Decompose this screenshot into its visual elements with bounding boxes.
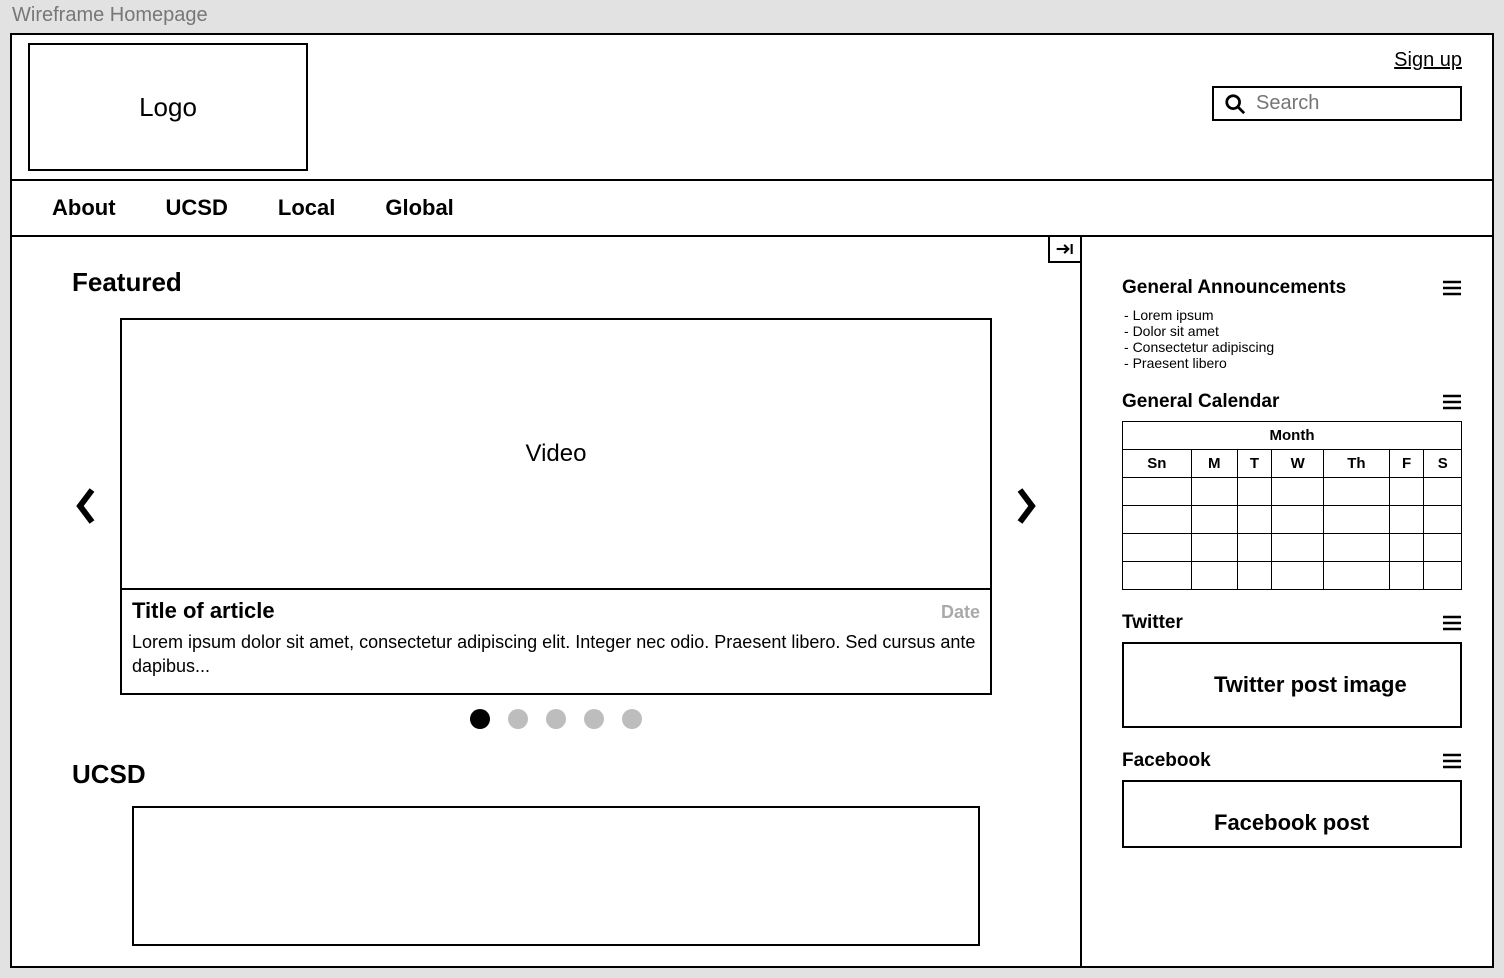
facebook-menu-button[interactable] xyxy=(1442,753,1462,769)
hamburger-icon xyxy=(1442,615,1462,631)
nav-about[interactable]: About xyxy=(52,195,116,221)
featured-article-date: Date xyxy=(941,602,980,623)
nav-bar: About UCSD Local Global xyxy=(12,181,1492,237)
announcement-item[interactable]: Lorem ipsum xyxy=(1124,307,1462,323)
calendar-row xyxy=(1123,534,1462,562)
search-box[interactable] xyxy=(1212,86,1462,121)
carousel-dot[interactable] xyxy=(622,709,642,729)
carousel-dot[interactable] xyxy=(546,709,566,729)
app-frame: Logo Sign up About UCSD Local Global Fea… xyxy=(10,33,1494,968)
calendar-row xyxy=(1123,562,1462,590)
twitter-post-label: Twitter post image xyxy=(1214,672,1450,698)
nav-global[interactable]: Global xyxy=(385,195,453,221)
announcement-item[interactable]: Praesent libero xyxy=(1124,355,1462,371)
announcements-list: Lorem ipsumDolor sit ametConsectetur adi… xyxy=(1124,307,1462,371)
calendar-table[interactable]: Month SnMTWThFS xyxy=(1122,421,1462,590)
calendar-row xyxy=(1123,478,1462,506)
body-columns: Featured Video Title of article Date xyxy=(12,237,1492,966)
calendar-title: General Calendar xyxy=(1122,391,1279,413)
calendar-month-header: Month xyxy=(1123,422,1462,450)
main-column: Featured Video Title of article Date xyxy=(12,237,1082,966)
carousel-dot[interactable] xyxy=(584,709,604,729)
announcement-item[interactable]: Dolor sit amet xyxy=(1124,323,1462,339)
logo[interactable]: Logo xyxy=(28,43,308,171)
carousel-dot[interactable] xyxy=(470,709,490,729)
collapse-sidebar-button[interactable] xyxy=(1048,235,1082,263)
calendar-day-header: Th xyxy=(1323,450,1389,478)
arrow-right-bar-icon xyxy=(1055,241,1075,257)
calendar-day-header: T xyxy=(1237,450,1272,478)
calendar-day-header: M xyxy=(1191,450,1237,478)
header-right: Sign up xyxy=(1212,43,1462,171)
video-label: Video xyxy=(526,440,587,468)
announcements-menu-button[interactable] xyxy=(1442,280,1462,296)
featured-heading: Featured xyxy=(72,267,1040,298)
logo-text: Logo xyxy=(139,92,197,123)
announcements-title: General Announcements xyxy=(1122,277,1346,299)
sidebar: General Announcements Lorem ipsumDolor s… xyxy=(1082,237,1492,966)
carousel-prev-button[interactable] xyxy=(72,486,100,526)
chevron-right-icon xyxy=(1012,486,1040,526)
search-input[interactable] xyxy=(1256,92,1450,115)
twitter-post-box[interactable]: Twitter post image xyxy=(1122,642,1462,728)
calendar-day-headers: SnMTWThFS xyxy=(1123,450,1462,478)
calendar-day-header: W xyxy=(1272,450,1324,478)
facebook-post-box[interactable]: Facebook post xyxy=(1122,780,1462,848)
ucsd-content-box xyxy=(132,806,980,946)
announcement-item[interactable]: Consectetur adipiscing xyxy=(1124,339,1462,355)
calendar-row xyxy=(1123,506,1462,534)
carousel-dot[interactable] xyxy=(508,709,528,729)
featured-article-excerpt: Lorem ipsum dolor sit amet, consectetur … xyxy=(132,630,980,679)
featured-video-placeholder[interactable]: Video xyxy=(122,320,990,590)
twitter-menu-button[interactable] xyxy=(1442,615,1462,631)
calendar-day-header: Sn xyxy=(1123,450,1192,478)
featured-card: Video Title of article Date Lorem ipsum … xyxy=(120,318,992,695)
nav-local[interactable]: Local xyxy=(278,195,335,221)
facebook-title: Facebook xyxy=(1122,750,1211,772)
carousel-next-button[interactable] xyxy=(1012,486,1040,526)
calendar-menu-button[interactable] xyxy=(1442,394,1462,410)
nav-ucsd[interactable]: UCSD xyxy=(166,195,228,221)
featured-carousel: Video Title of article Date Lorem ipsum … xyxy=(72,318,1040,695)
chevron-left-icon xyxy=(72,486,100,526)
hamburger-icon xyxy=(1442,753,1462,769)
calendar-day-header: S xyxy=(1424,450,1462,478)
featured-article-title[interactable]: Title of article xyxy=(132,598,275,624)
search-icon xyxy=(1224,93,1246,115)
ucsd-heading: UCSD xyxy=(72,759,1040,790)
calendar-day-header: F xyxy=(1389,450,1424,478)
hamburger-icon xyxy=(1442,394,1462,410)
header: Logo Sign up xyxy=(12,35,1492,181)
signup-link[interactable]: Sign up xyxy=(1394,49,1462,72)
window-title: Wireframe Homepage xyxy=(10,0,1494,33)
featured-card-body: Title of article Date Lorem ipsum dolor … xyxy=(122,590,990,693)
hamburger-icon xyxy=(1442,280,1462,296)
carousel-dots xyxy=(72,709,1040,729)
twitter-title: Twitter xyxy=(1122,612,1183,634)
facebook-post-label: Facebook post xyxy=(1214,810,1450,836)
